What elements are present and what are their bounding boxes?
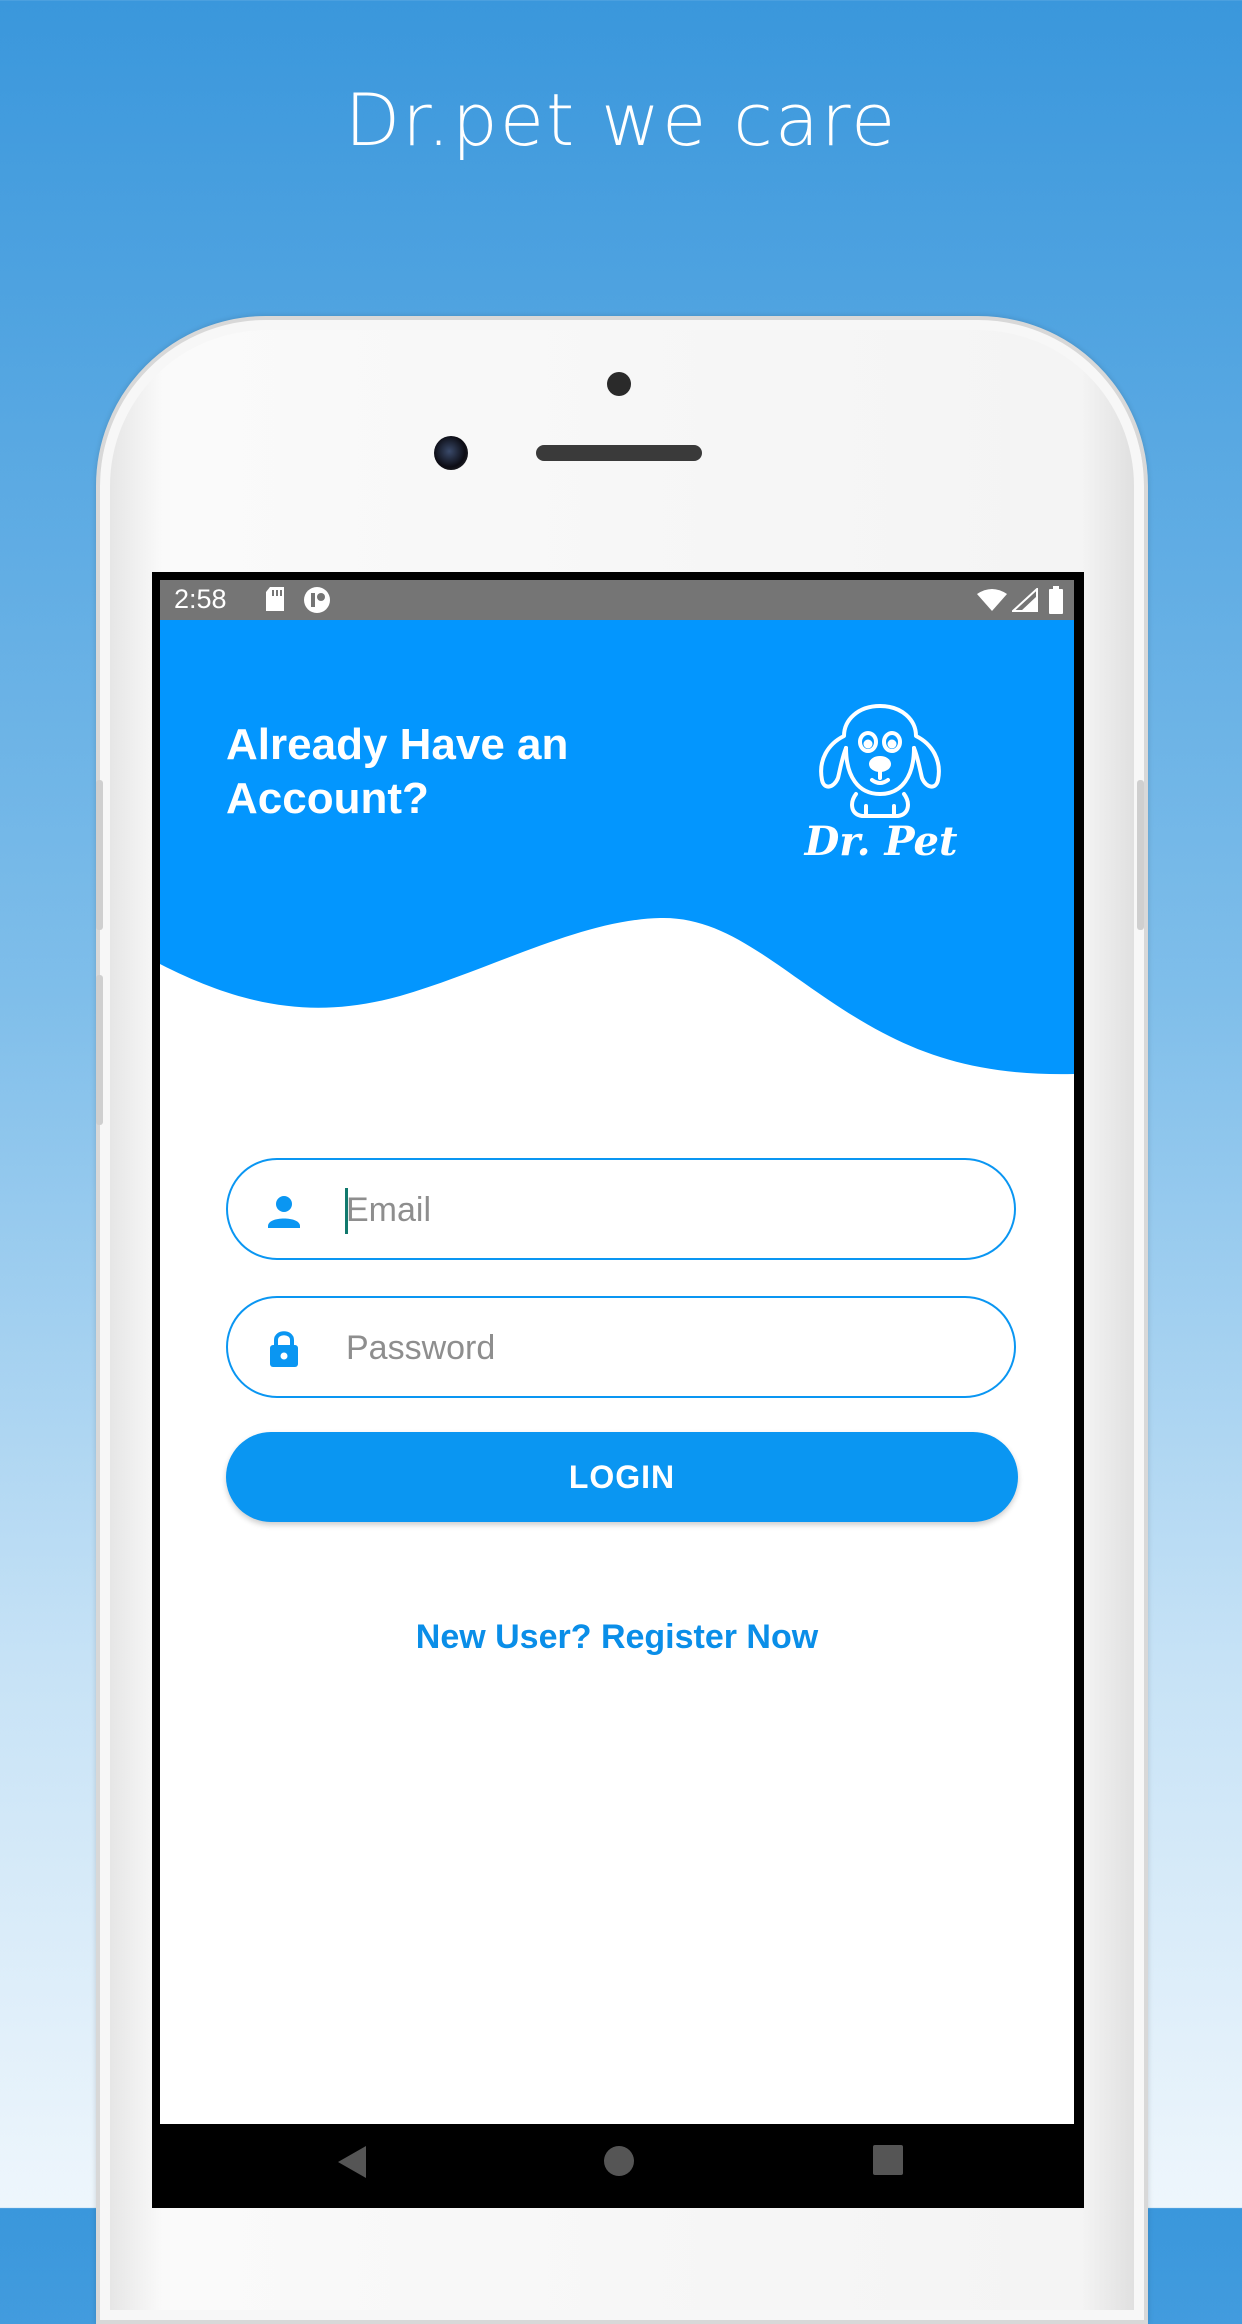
register-link[interactable]: New User? Register Now — [160, 1618, 1074, 1657]
tagline: Dr.pet we care — [344, 78, 898, 162]
volume-button — [96, 975, 103, 1125]
person-icon — [268, 1196, 300, 1228]
status-time: 2:58 — [174, 584, 227, 614]
sd-card-icon — [266, 587, 284, 611]
recents-icon[interactable] — [872, 2144, 904, 2176]
power-button — [1137, 780, 1144, 930]
battery-icon — [1049, 586, 1063, 614]
logo-text: Dr. Pet — [804, 818, 958, 865]
wifi-icon — [977, 589, 1007, 611]
volume-button — [96, 780, 103, 930]
header-title: Already Have an Account? — [226, 720, 569, 823]
navigation-bar — [160, 2124, 1074, 2208]
app-screen: 2:58 Already Have an Account? Dr. Pet Em… — [160, 580, 1074, 2124]
password-field[interactable] — [226, 1296, 1016, 1398]
login-button[interactable]: LOGIN — [226, 1432, 1018, 1522]
earpiece-speaker — [536, 445, 702, 461]
front-camera — [434, 436, 468, 470]
sync-icon — [304, 587, 330, 613]
text-cursor — [345, 1188, 348, 1234]
back-icon[interactable] — [336, 2144, 368, 2180]
proximity-sensor — [607, 372, 631, 396]
status-bar: 2:58 — [160, 580, 1074, 620]
email-input[interactable] — [346, 1182, 966, 1238]
lock-icon — [270, 1331, 298, 1367]
password-input[interactable] — [346, 1320, 966, 1376]
signal-icon — [1012, 588, 1038, 612]
email-field[interactable] — [226, 1158, 1016, 1260]
home-icon[interactable] — [602, 2144, 636, 2178]
